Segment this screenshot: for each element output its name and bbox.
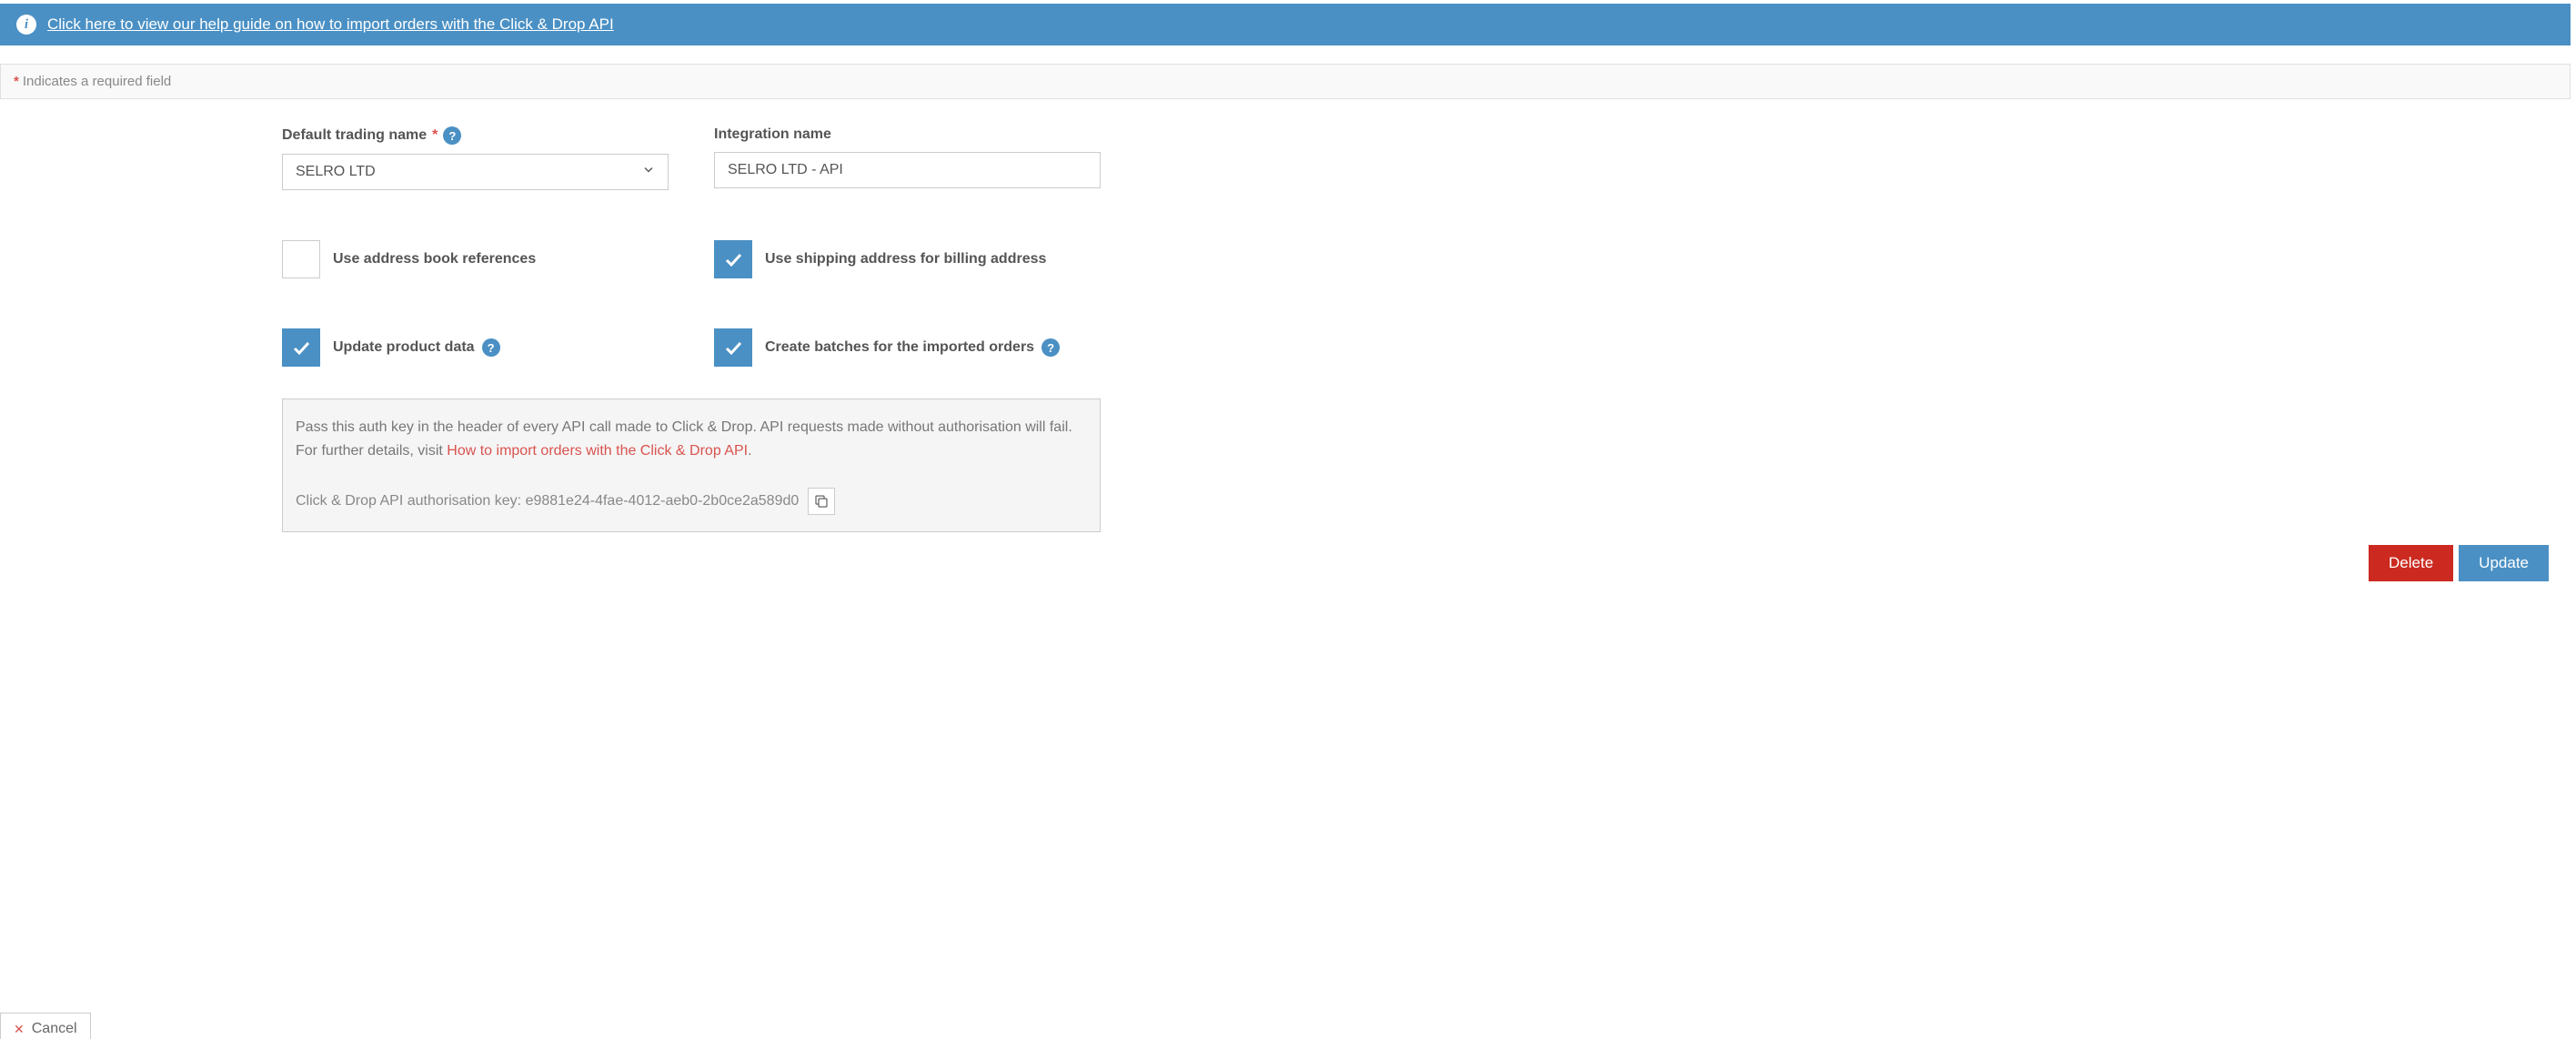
close-icon: ✕: [14, 1022, 25, 1037]
footer-actions: Delete Update: [0, 532, 2576, 581]
copy-key-button[interactable]: [808, 488, 835, 515]
asterisk-icon: *: [14, 74, 19, 89]
update-product-checkbox[interactable]: [282, 328, 320, 367]
api-key-box: Pass this auth key in the header of ever…: [282, 398, 1101, 532]
help-icon[interactable]: ?: [443, 126, 461, 145]
integration-name-input[interactable]: [714, 152, 1101, 188]
integration-name-label: Integration name: [714, 126, 1101, 143]
required-note-text: Indicates a required field: [23, 74, 171, 89]
create-batches-checkbox[interactable]: [714, 328, 752, 367]
form-area: Default trading name * ? SELRO LTD Integ…: [282, 126, 1101, 532]
create-batches-label: Create batches for the imported orders ?: [765, 338, 1060, 357]
address-book-checkbox[interactable]: [282, 240, 320, 278]
api-help-link[interactable]: How to import orders with the Click & Dr…: [447, 443, 748, 459]
trading-name-select[interactable]: SELRO LTD: [282, 154, 669, 190]
info-icon: i: [16, 15, 36, 35]
update-product-label: Update product data ?: [333, 338, 500, 357]
address-book-label: Use address book references: [333, 251, 536, 267]
trading-name-label: Default trading name * ?: [282, 126, 669, 145]
api-key-text: Click & Drop API authorisation key: e988…: [296, 489, 799, 513]
help-icon[interactable]: ?: [482, 338, 500, 357]
delete-button[interactable]: Delete: [2369, 545, 2453, 581]
required-field-note: * Indicates a required field: [0, 64, 2571, 99]
update-button[interactable]: Update: [2459, 545, 2549, 581]
help-icon[interactable]: ?: [1041, 338, 1060, 357]
cancel-button[interactable]: ✕ Cancel: [0, 1013, 91, 1039]
help-guide-link[interactable]: Click here to view our help guide on how…: [47, 15, 614, 34]
cancel-label: Cancel: [32, 1021, 77, 1037]
shipping-billing-label: Use shipping address for billing address: [765, 251, 1046, 267]
asterisk-icon: *: [432, 127, 438, 144]
shipping-billing-checkbox[interactable]: [714, 240, 752, 278]
info-banner: i Click here to view our help guide on h…: [0, 4, 2571, 45]
